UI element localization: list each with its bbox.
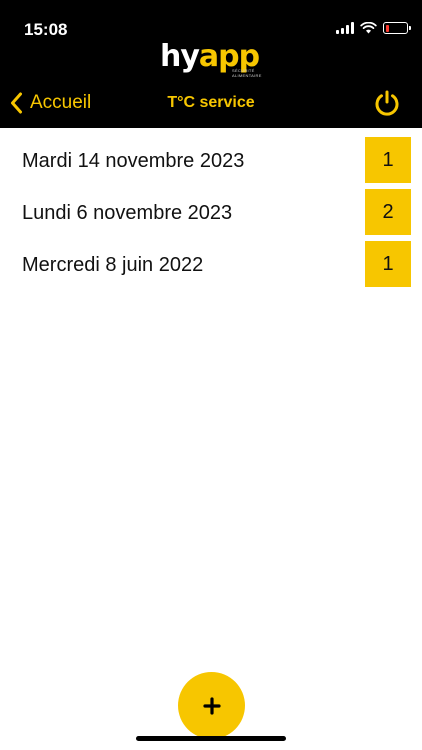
status-time: 15:08 [24,20,68,39]
battery-level [385,24,389,32]
entry-date: Mardi 14 novembre 2023 [22,150,245,172]
page-title: T°C service [167,94,255,111]
plus-icon [202,696,221,715]
entry-count-badge: 1 [365,241,411,287]
list-item[interactable]: Lundi 6 novembre 2023 2 [0,189,422,241]
home-indicator[interactable] [136,736,286,741]
entry-date: Lundi 6 novembre 2023 [22,202,233,224]
signal-icon [336,22,354,34]
list-item[interactable]: Mardi 14 novembre 2023 1 [0,137,422,189]
entry-count-badge: 1 [365,137,411,183]
logo-tagline: SÉCURITÉ ALIMENTAIRE [232,68,262,78]
chevron-left-icon [11,92,22,114]
status-icons [336,22,411,34]
back-label: Accueil [30,92,92,113]
power-icon [375,90,399,116]
top-bar: 15:08 hyapp SÉCURITÉ ALIMENTAIRE Accueil… [0,0,422,128]
hyapp-logo: hyapp SÉCURITÉ ALIMENTAIRE [160,40,270,80]
logo-text-white: hy [160,39,200,74]
wifi-icon [360,22,377,34]
entry-date: Mercredi 8 juin 2022 [22,254,204,276]
add-entry-button[interactable] [178,672,245,739]
service-list: Mardi 14 novembre 2023 1 Lundi 6 novembr… [0,137,422,293]
battery-icon [383,22,411,34]
list-item[interactable]: Mercredi 8 juin 2022 1 [0,241,422,293]
entry-count-badge: 2 [365,189,411,235]
back-button[interactable]: Accueil [10,92,91,114]
power-button[interactable] [373,89,401,117]
